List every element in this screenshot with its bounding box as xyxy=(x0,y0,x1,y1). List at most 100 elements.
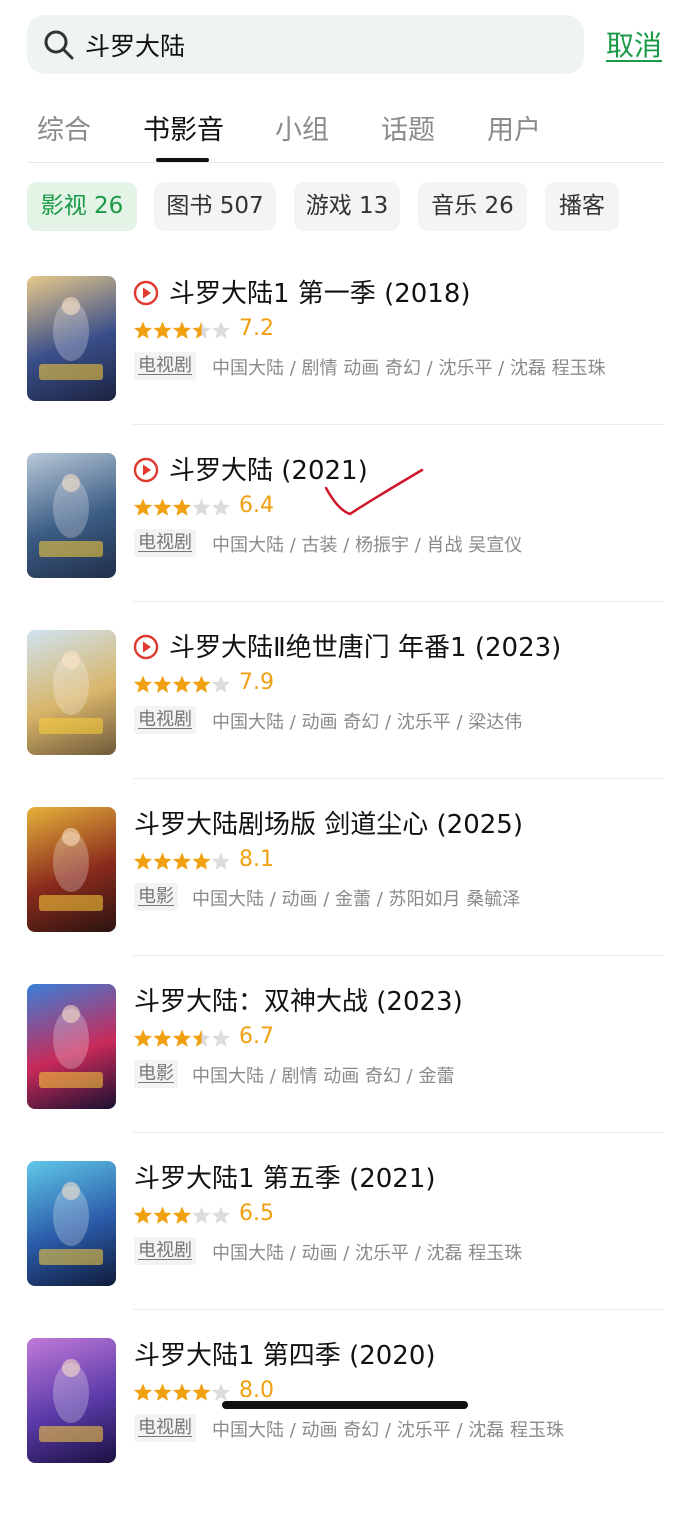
result-title[interactable]: 斗罗大陆1 第四季 (2020) xyxy=(134,1335,436,1372)
star-icon xyxy=(133,498,153,516)
star-icon xyxy=(172,1206,192,1224)
star-icon xyxy=(211,498,231,516)
search-icon xyxy=(44,30,74,60)
media-type-tag[interactable]: 电视剧 xyxy=(134,1414,196,1442)
star-rating xyxy=(133,1029,231,1047)
chip-games[interactable]: 游戏 13 xyxy=(294,182,400,231)
poster-image[interactable] xyxy=(27,984,116,1109)
result-title[interactable]: 斗罗大陆1 第五季 (2021) xyxy=(134,1158,436,1195)
search-bar[interactable] xyxy=(27,15,584,74)
result-meta: 中国大陆 / 动画 / 金蕾 / 苏阳如月 桑毓泽 xyxy=(192,889,521,910)
poster-image[interactable] xyxy=(27,1161,116,1286)
result-title[interactable]: 斗罗大陆Ⅱ绝世唐门 年番1 (2023) xyxy=(169,627,561,664)
star-rating xyxy=(133,1206,231,1224)
star-rating xyxy=(133,321,231,339)
result-item[interactable]: 斗罗大陆：双神大战 (2023) 6.7 电影 中国大陆 / 剧情 动画 奇幻 / 金… xyxy=(0,984,690,1161)
chip-music[interactable]: 音乐 26 xyxy=(418,182,527,231)
search-input[interactable] xyxy=(85,15,565,74)
result-meta: 中国大陆 / 古装 / 杨振宇 / 肖战 吴宣仪 xyxy=(212,535,523,556)
result-item[interactable]: 斗罗大陆1 第五季 (2021) 6.5 电视剧 中国大陆 / 动画 / 沈乐平 / … xyxy=(0,1161,690,1338)
star-icon xyxy=(172,1029,192,1047)
star-icon xyxy=(192,1206,211,1224)
divider xyxy=(27,162,664,163)
star-rating xyxy=(133,498,231,516)
rating-score: 6.7 xyxy=(239,1024,274,1049)
media-type-tag[interactable]: 电影 xyxy=(134,883,178,911)
star-rating xyxy=(133,1383,231,1401)
star-rating xyxy=(133,675,231,693)
star-icon xyxy=(153,498,172,516)
chip-podcasts[interactable]: 播客 xyxy=(545,182,619,231)
star-icon xyxy=(211,675,231,693)
media-type-tag[interactable]: 电视剧 xyxy=(134,1237,196,1265)
result-meta: 中国大陆 / 动画 奇幻 / 沈乐平 / 沈磊 程玉珠 xyxy=(212,1420,564,1441)
divider xyxy=(133,1132,664,1133)
star-rating xyxy=(133,852,231,870)
result-item[interactable]: 斗罗大陆1 第一季 (2018) 7.2 电视剧 中国大陆 / 剧情 动画 奇幻 / … xyxy=(0,276,690,453)
poster-image[interactable] xyxy=(27,276,116,401)
star-icon xyxy=(153,1383,172,1401)
star-icon xyxy=(153,1029,172,1047)
handwritten-check-mark xyxy=(324,468,424,516)
tab-users[interactable]: 用户 xyxy=(487,108,541,147)
star-icon xyxy=(192,852,211,870)
media-type-tag[interactable]: 电视剧 xyxy=(134,352,196,380)
star-icon xyxy=(133,1029,153,1047)
tab-comprehensive[interactable]: 综合 xyxy=(37,108,91,147)
star-icon xyxy=(192,1383,211,1401)
star-icon xyxy=(133,1206,153,1224)
poster-image[interactable] xyxy=(27,453,116,578)
star-icon xyxy=(153,321,172,339)
star-icon xyxy=(172,321,192,339)
chip-film-tv[interactable]: 影视 26 xyxy=(27,182,137,231)
result-meta: 中国大陆 / 动画 / 沈乐平 / 沈磊 程玉珠 xyxy=(212,1243,523,1264)
star-icon xyxy=(153,675,172,693)
result-meta: 中国大陆 / 动画 奇幻 / 沈乐平 / 梁达伟 xyxy=(212,712,523,733)
star-icon xyxy=(172,852,192,870)
star-icon xyxy=(133,321,153,339)
rating-score: 7.2 xyxy=(239,316,274,341)
media-type-tag[interactable]: 电视剧 xyxy=(134,706,196,734)
divider xyxy=(133,955,664,956)
star-icon xyxy=(153,1206,172,1224)
tab-groups[interactable]: 小组 xyxy=(275,108,329,147)
play-icon xyxy=(133,280,159,306)
divider xyxy=(133,601,664,602)
rating-score: 6.4 xyxy=(239,493,274,518)
result-meta: 中国大陆 / 剧情 动画 奇幻 / 金蕾 xyxy=(192,1066,455,1087)
star-icon xyxy=(172,498,192,516)
star-icon xyxy=(192,675,211,693)
result-item[interactable]: 斗罗大陆剧场版 剑道尘心 (2025) 8.1 电影 中国大陆 / 动画 / 金蕾 /… xyxy=(0,807,690,984)
chip-books[interactable]: 图书 507 xyxy=(154,182,276,231)
star-icon xyxy=(192,498,211,516)
poster-image[interactable] xyxy=(27,1338,116,1463)
star-icon xyxy=(172,1383,192,1401)
star-icon xyxy=(172,675,192,693)
star-icon xyxy=(133,852,153,870)
category-tabs: 综合 书影音 小组 话题 用户 xyxy=(0,100,690,164)
divider xyxy=(133,424,664,425)
rating-score: 8.0 xyxy=(239,1378,274,1403)
divider xyxy=(133,1309,664,1310)
result-item[interactable]: 斗罗大陆1 第四季 (2020) 8.0 电视剧 中国大陆 / 动画 奇幻 / 沈乐平… xyxy=(0,1338,690,1515)
star-icon xyxy=(211,1206,231,1224)
result-title[interactable]: 斗罗大陆剧场版 剑道尘心 (2025) xyxy=(134,804,523,841)
home-indicator xyxy=(222,1401,468,1409)
play-icon xyxy=(133,634,159,660)
play-icon xyxy=(133,457,159,483)
media-type-tag[interactable]: 电影 xyxy=(134,1060,178,1088)
poster-image[interactable] xyxy=(27,807,116,932)
star-icon xyxy=(133,675,153,693)
rating-score: 6.5 xyxy=(239,1201,274,1226)
cancel-button[interactable]: 取消 xyxy=(606,24,662,64)
tab-topics[interactable]: 话题 xyxy=(381,108,435,147)
star-icon xyxy=(211,1383,231,1401)
result-title[interactable]: 斗罗大陆1 第一季 (2018) xyxy=(169,273,471,310)
divider xyxy=(133,778,664,779)
media-type-tag[interactable]: 电视剧 xyxy=(134,529,196,557)
result-title[interactable]: 斗罗大陆：双神大战 (2023) xyxy=(134,981,463,1018)
poster-image[interactable] xyxy=(27,630,116,755)
result-item[interactable]: 斗罗大陆Ⅱ绝世唐门 年番1 (2023) 7.9 电视剧 中国大陆 / 动画 奇幻 /… xyxy=(0,630,690,807)
star-icon xyxy=(211,852,231,870)
tab-books-movies-music[interactable]: 书影音 xyxy=(143,108,224,147)
